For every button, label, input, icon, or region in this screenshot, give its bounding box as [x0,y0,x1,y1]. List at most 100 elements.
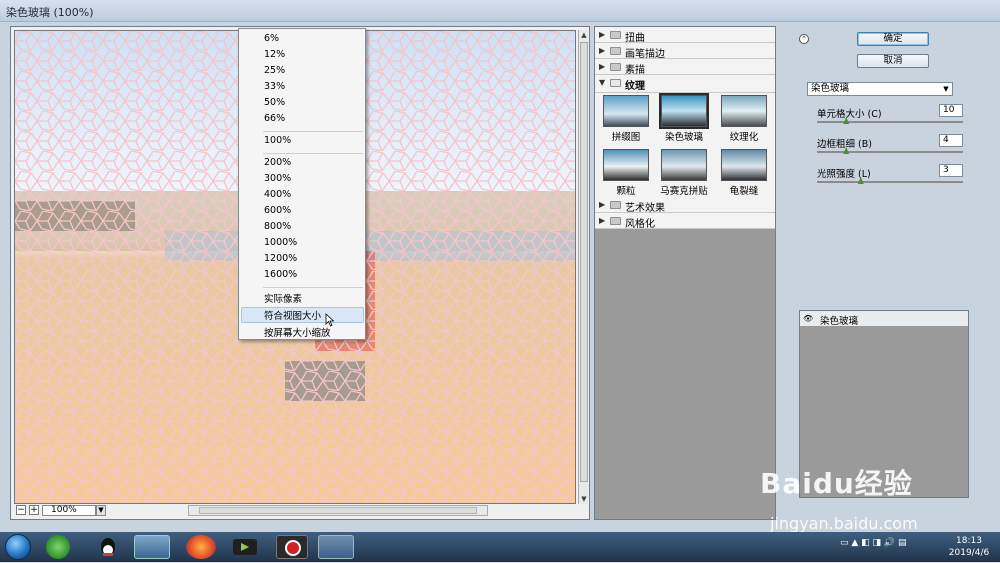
menu-item-200[interactable]: 200% [264,157,291,168]
watermark-brand: Baidu经验 [760,467,913,500]
category-stylize[interactable]: ▶ 风格化 [595,213,775,230]
filter-thumb-texturizer[interactable]: 纹理化 [719,95,769,147]
filter-thumb-mosaic-tiles[interactable]: 马赛克拼贴 [659,149,709,201]
category-texture[interactable]: ▼ 纹理 [595,75,775,93]
folder-icon [610,217,621,225]
menu-item-100[interactable]: 100% [264,135,291,146]
filter-label: 马赛克拼贴 [660,186,708,197]
zoom-menu: 6% 12% 25% 33% 50% 66% 100% 200% 300% 40… [238,28,366,340]
vertical-scroll-thumb[interactable] [580,42,588,482]
param-label: 单元格大小 (C) [817,109,882,120]
zoom-dropdown-button[interactable]: ▼ [96,505,106,516]
zoom-field[interactable]: 100% [42,505,96,516]
menu-item-400[interactable]: 400% [264,189,291,200]
folder-icon [610,31,621,39]
vertical-scrollbar[interactable]: ▲ ▼ [578,30,588,504]
category-sketch[interactable]: ▶ 素描 [595,59,775,76]
filter-label: 纹理化 [729,132,759,143]
media-player-icon[interactable] [230,535,260,559]
menu-separator [263,153,363,154]
collapse-arrow-icon: ▼ [599,78,606,87]
menu-separator [263,287,363,288]
taskbar: ▭ ▲ ◧ ◨ 🔊 ▤ 18:13 2019/4/6 [0,532,1000,562]
horizontal-scroll-thumb[interactable] [199,507,477,514]
param-border-thickness: 边框粗细 (B) 4 [815,134,965,162]
effect-layer[interactable]: 👁 染色玻璃 [800,311,968,327]
file-explorer-icon[interactable] [134,535,170,559]
menu-item-300[interactable]: 300% [264,173,291,184]
category-artistic[interactable]: ▶ 艺术效果 [595,197,775,214]
qq-icon[interactable] [94,535,122,559]
clock-time: 18:13 [956,536,982,546]
filter-select[interactable]: 染色玻璃 ▼ [807,82,953,96]
expand-arrow-icon: ▶ [599,62,606,71]
eye-icon[interactable]: 👁 [803,314,813,323]
menu-item-66[interactable]: 66% [264,113,285,124]
slider-track[interactable] [817,121,963,123]
clock-date: 2019/4/6 [948,548,990,558]
title-bar: 染色玻璃 (100%) [0,0,1000,22]
menu-item-1600[interactable]: 1600% [264,269,297,280]
menu-item-fit-view[interactable]: 符合视图大小 [264,308,321,322]
zoom-in-button[interactable]: + [29,505,39,515]
filter-thumb-stained-glass[interactable]: 染色玻璃 [659,93,709,147]
menu-item-600[interactable]: 600% [264,205,291,216]
slider-track[interactable] [817,151,963,153]
menu-item-800[interactable]: 800% [264,221,291,232]
category-distort[interactable]: ▶ 扭曲 [595,27,775,44]
horizontal-scrollbar[interactable] [188,505,488,516]
cancel-button[interactable]: 取消 [857,54,929,68]
menu-item-25[interactable]: 25% [264,65,285,76]
filter-category-list: ▶ 扭曲 ▶ 画笔描边 ▶ 素描 ▼ 纹理 拼缀图 染色玻璃 纹理化 颗粒 马赛… [594,26,776,520]
texture-thumbnails: 拼缀图 染色玻璃 纹理化 颗粒 马赛克拼贴 龟裂缝 [595,93,775,205]
thumbnail-image [721,95,767,127]
expand-arrow-icon: ▶ [599,46,606,55]
slider-track[interactable] [817,181,963,183]
menu-item-12[interactable]: 12% [264,49,285,60]
category-brush-strokes[interactable]: ▶ 画笔描边 [595,43,775,60]
collapse-panel-icon[interactable]: ⌃ [799,34,809,44]
category-label: 素描 [625,65,645,76]
category-label: 艺术效果 [625,203,665,214]
record-button-icon[interactable] [276,535,308,559]
param-value-input[interactable]: 4 [939,134,963,147]
system-tray[interactable]: ▭ ▲ ◧ ◨ 🔊 ▤ [840,538,906,548]
scroll-down-arrow-icon[interactable]: ▼ [579,494,589,504]
settings-panel: ⌃ 确定 取消 染色玻璃 ▼ 单元格大小 (C) 10 边框粗细 (B) 4 光… [797,26,987,520]
category-label: 风格化 [625,219,655,230]
param-value-input[interactable]: 10 [939,104,963,117]
start-button-icon[interactable] [5,534,31,560]
param-light-intensity: 光照强度 (L) 3 [815,164,965,192]
zoom-out-button[interactable]: − [16,505,26,515]
canvas-bottom-bar: − + 100% ▼ [14,505,588,517]
layer-label: 染色玻璃 [820,316,859,327]
menu-item-1200[interactable]: 1200% [264,253,297,264]
browser-360-icon[interactable] [46,535,70,559]
param-value-input[interactable]: 3 [939,164,963,177]
folder-icon [610,63,621,71]
menu-item-1000[interactable]: 1000% [264,237,297,248]
firefox-icon[interactable] [186,535,216,559]
menu-item-50[interactable]: 50% [264,97,285,108]
param-label: 边框粗细 (B) [817,139,872,150]
watermark-url: jingyan.baidu.com [770,514,918,533]
menu-item-actual-pixels[interactable]: 实际像素 [264,291,302,305]
menu-item-fit-screen[interactable]: 按屏幕大小缩放 [264,325,331,339]
menu-item-6[interactable]: 6% [264,33,279,44]
clock[interactable]: 18:13 2019/4/6 [944,535,994,559]
filter-thumb-grain[interactable]: 颗粒 [601,149,651,201]
photoshop-feather-icon[interactable] [318,535,354,559]
filter-thumb-craquelure[interactable]: 龟裂缝 [719,149,769,201]
category-label: 画笔描边 [625,49,665,60]
param-cell-size: 单元格大小 (C) 10 [815,104,965,132]
ok-button[interactable]: 确定 [857,32,929,46]
window-title: 染色玻璃 (100%) [6,6,94,19]
filter-thumb-patchwork[interactable]: 拼缀图 [601,95,651,147]
scroll-up-arrow-icon[interactable]: ▲ [579,30,589,40]
expand-arrow-icon: ▶ [599,200,606,209]
category-label: 扭曲 [625,33,645,44]
filter-label: 染色玻璃 [664,132,703,143]
mouse-cursor-icon [325,313,335,327]
menu-item-33[interactable]: 33% [264,81,285,92]
filter-label: 颗粒 [616,186,636,197]
